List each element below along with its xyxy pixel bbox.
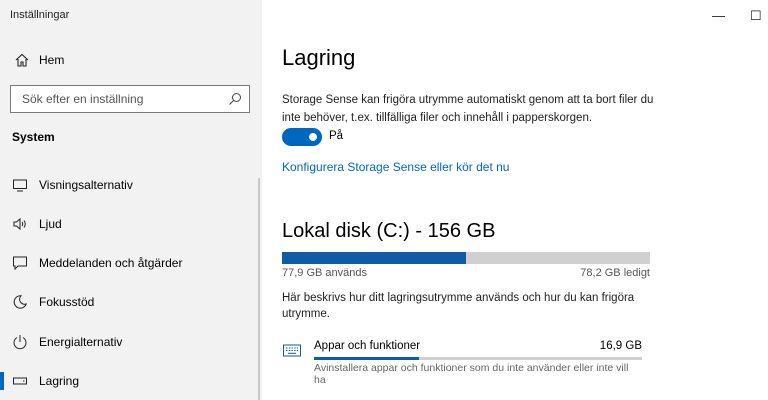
disk-usage-bar [282, 252, 650, 264]
sidebar-item-label: Lagring [39, 374, 80, 388]
notifications-icon [13, 256, 27, 271]
active-indicator [0, 372, 4, 390]
keyboard-icon [283, 344, 301, 357]
sidebar-item-label: Fokusstöd [39, 295, 95, 309]
toggle-label: På [329, 130, 344, 142]
sidebar-item-notifications[interactable]: Meddelanden och åtgärder [0, 246, 262, 280]
category-usage-bar [314, 357, 642, 360]
sidebar-item-label: Meddelanden och åtgärder [39, 256, 183, 270]
sidebar-item-label: Visningsalternativ [39, 178, 133, 192]
power-icon [13, 335, 27, 350]
sidebar-item-sound[interactable]: Ljud [0, 207, 262, 241]
sidebar-item-display[interactable]: Visningsalternativ [0, 168, 262, 202]
speaker-icon [13, 217, 26, 231]
moon-icon [13, 295, 28, 309]
category-usage-fill [314, 357, 419, 360]
disk-title: Lokal disk (C:) - 156 GB [282, 220, 496, 242]
sidebar-scrollbar[interactable] [258, 178, 260, 400]
sidebar: Inställningar Hem System Visningsalterna… [0, 0, 262, 400]
category-name: Appar och funktioner [314, 340, 421, 352]
minimize-button[interactable]: — [712, 8, 725, 23]
sidebar-item-home[interactable]: Hem [0, 46, 262, 74]
toggle-knob [309, 133, 317, 141]
sidebar-item-storage[interactable]: Lagring [0, 364, 262, 398]
search-input[interactable] [12, 87, 222, 111]
sidebar-item-label: Ljud [39, 217, 62, 231]
disk-used-text: 77,9 GB används [282, 267, 368, 279]
configure-storage-sense-link[interactable]: Konfigurera Storage Sense eller kör det … [282, 160, 509, 174]
section-title: System [12, 130, 55, 144]
sidebar-item-label: Energialternativ [39, 335, 123, 349]
search-box[interactable] [10, 85, 250, 113]
storage-icon [13, 377, 27, 385]
disk-free-text: 78,2 GB ledigt [580, 267, 650, 279]
sidebar-item-focus-assist[interactable]: Fokusstöd [0, 285, 262, 319]
search-icon[interactable] [228, 92, 242, 106]
usage-description: Här beskrivs hur ditt lagringsutrymme an… [282, 292, 635, 320]
storage-sense-description: Storage Sense kan frigöra utrymme automa… [282, 94, 654, 124]
display-icon [13, 179, 27, 192]
page-title: Lagring [282, 45, 356, 70]
maximize-button[interactable]: ☐ [750, 8, 762, 24]
storage-sense-toggle[interactable] [282, 128, 322, 146]
sidebar-item-power[interactable]: Energialternativ [0, 325, 262, 359]
category-description: Avinstallera appar och funktioner som du… [314, 362, 629, 386]
disk-usage-fill [282, 252, 466, 264]
category-size: 16,9 GB [599, 340, 642, 352]
sidebar-item-label: Hem [39, 53, 65, 67]
window-title: Inställningar [10, 9, 70, 21]
home-icon [15, 53, 29, 67]
category-apps[interactable]: Appar och funktioner 16,9 GB Avinstaller… [282, 340, 642, 386]
